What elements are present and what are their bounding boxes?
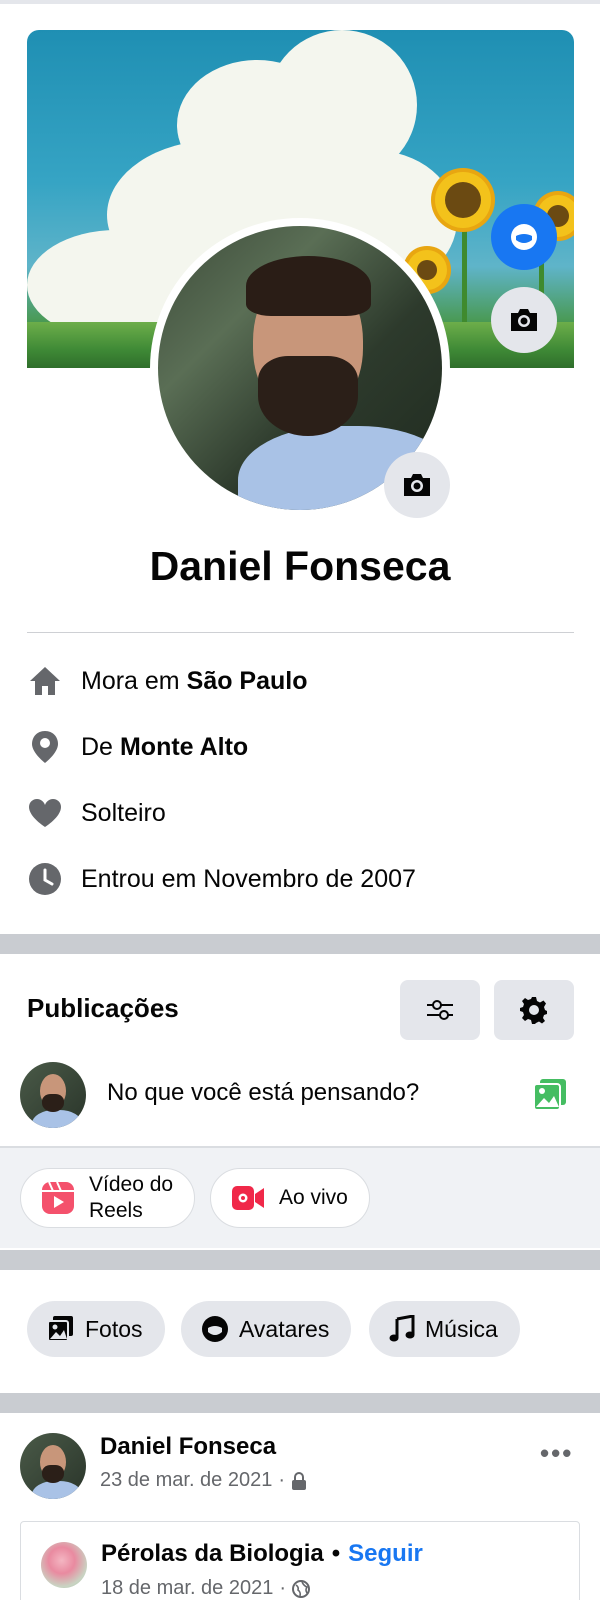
posts-settings-button[interactable] — [494, 980, 574, 1040]
home-icon — [27, 663, 63, 699]
music-note-icon — [389, 1315, 415, 1343]
avatar-beard — [42, 1094, 64, 1112]
avatar-icon — [511, 224, 537, 250]
reels-label: Vídeo do Reels — [89, 1172, 173, 1224]
avatar-icon — [201, 1315, 229, 1343]
detail-relationship-text: Solteiro — [81, 798, 166, 827]
sunflower-stem — [462, 210, 467, 340]
profile-name: Daniel Fonseca — [149, 543, 451, 589]
post-date[interactable]: 23 de mar. de 2021 — [100, 1469, 272, 1492]
edit-cover-button[interactable] — [491, 287, 557, 353]
camera-icon — [511, 309, 537, 331]
shared-post-date[interactable]: 18 de mar. de 2021 — [101, 1577, 273, 1600]
shared-separator: • — [331, 1540, 341, 1567]
post-more-button[interactable]: ••• — [540, 1438, 573, 1469]
top-border — [0, 0, 600, 4]
photo-beard — [258, 356, 358, 436]
avatars-label: Avatares — [239, 1315, 330, 1342]
post-author-avatar[interactable] — [20, 1433, 86, 1499]
reels-label-line2: Reels — [89, 1199, 143, 1222]
clock-icon — [27, 861, 63, 897]
avatar-button[interactable] — [491, 204, 557, 270]
avatar-shirt — [32, 1481, 82, 1499]
detail-joined: Entrou em Novembro de 2007 — [27, 861, 416, 897]
live-button[interactable]: Ao vivo — [210, 1168, 370, 1228]
avatar-shirt — [32, 1110, 82, 1128]
shared-post-meta: 18 de mar. de 2021 · — [101, 1577, 311, 1600]
gear-icon — [520, 997, 547, 1024]
meta-dot: · — [278, 1469, 286, 1491]
avatars-chip[interactable]: Avatares — [181, 1301, 352, 1357]
shared-page-avatar[interactable] — [41, 1542, 87, 1588]
divider — [27, 632, 574, 633]
photos-label: Fotos — [85, 1315, 143, 1342]
camera-icon — [404, 474, 430, 496]
shared-page-header: Pérolas da Biologia • Seguir — [101, 1540, 423, 1568]
sunflower — [445, 182, 481, 218]
follow-button[interactable]: Seguir — [348, 1540, 423, 1567]
composer-avatar[interactable] — [20, 1062, 86, 1128]
photo-icon[interactable] — [532, 1077, 568, 1116]
music-chip[interactable]: Música — [369, 1301, 520, 1357]
heart-icon — [27, 795, 63, 831]
location-pin-icon — [27, 729, 63, 765]
detail-from-city: Monte Alto — [119, 732, 249, 761]
create-strip: Vídeo do Reels Ao vivo — [0, 1146, 600, 1248]
detail-joined-text: Entrou em Novembro de 2007 — [81, 864, 416, 893]
photos-chip[interactable]: Fotos — [27, 1301, 165, 1357]
avatar-beard — [42, 1465, 64, 1483]
reels-label-line1: Vídeo do — [89, 1173, 174, 1196]
reels-icon — [41, 1181, 75, 1215]
posts-title: Publicações — [27, 993, 179, 1023]
section-separator — [0, 1393, 600, 1413]
detail-relationship: Solteiro — [27, 795, 166, 831]
posts-filter-button[interactable] — [400, 980, 480, 1040]
photos-icon — [47, 1315, 75, 1343]
post-meta: 23 de mar. de 2021 · — [100, 1469, 307, 1492]
post-author-name[interactable]: Daniel Fonseca — [100, 1433, 276, 1461]
detail-lives-in: Mora em São Paulo — [27, 663, 308, 699]
live-video-icon — [231, 1185, 265, 1211]
photo-hair — [246, 256, 371, 316]
detail-lives-city: São Paulo — [186, 666, 308, 695]
detail-from-prefix: De — [81, 732, 113, 761]
section-separator — [0, 1250, 600, 1270]
detail-lives-prefix: Mora em — [81, 666, 180, 695]
shared-page-name[interactable]: Pérolas da Biologia — [101, 1540, 324, 1567]
edit-profile-picture-button[interactable] — [384, 452, 450, 518]
meta-dot: · — [279, 1577, 287, 1599]
music-label: Música — [425, 1315, 498, 1342]
globe-icon — [292, 1579, 311, 1598]
reels-video-button[interactable]: Vídeo do Reels — [20, 1168, 195, 1228]
lock-icon — [291, 1471, 307, 1490]
composer-input[interactable]: No que você está pensando? — [107, 1079, 419, 1107]
detail-from: De Monte Alto — [27, 729, 248, 765]
filter-icon — [427, 1000, 453, 1020]
shared-post-card[interactable]: Pérolas da Biologia • Seguir 18 de mar. de… — [20, 1521, 580, 1600]
live-label: Ao vivo — [279, 1186, 348, 1209]
section-separator — [0, 934, 600, 954]
